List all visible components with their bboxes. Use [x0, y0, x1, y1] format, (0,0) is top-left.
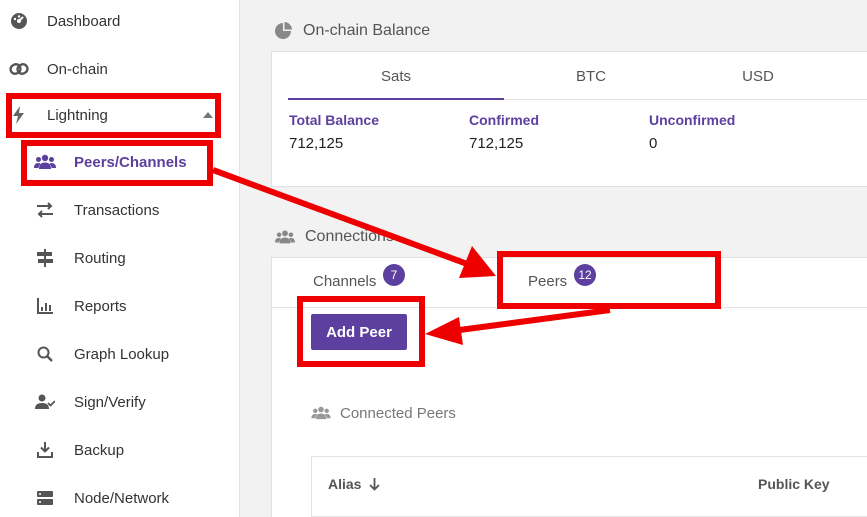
tab-btc[interactable]: BTC — [504, 68, 678, 85]
exchange-icon — [34, 199, 56, 221]
user-check-icon — [34, 391, 56, 413]
tab-label: Channels — [313, 273, 377, 290]
sidebar-item-reports[interactable]: Reports — [0, 286, 240, 326]
arrow-down-icon — [369, 477, 381, 491]
onchain-section-header: On-chain Balance — [273, 21, 430, 41]
peers-table: Alias Public Key — [311, 456, 867, 517]
tab-label: USD — [742, 68, 774, 85]
tab-usd[interactable]: USD — [678, 68, 838, 85]
channels-count-badge: 7 — [383, 264, 405, 286]
sidebar-item-graph-lookup[interactable]: Graph Lookup — [0, 334, 240, 374]
signpost-icon — [34, 247, 56, 269]
tab-label: Sats — [380, 68, 411, 85]
sidebar-item-label: Reports — [74, 297, 127, 315]
connections-title: Connections — [305, 228, 394, 245]
sidebar-item-transactions[interactable]: Transactions — [0, 190, 240, 230]
confirmed-label: Confirmed — [469, 112, 539, 128]
tab-label: BTC — [576, 68, 606, 85]
annotation-box-add-peer — [297, 296, 425, 367]
bar-chart-icon — [34, 295, 56, 317]
sidebar-item-sign-verify[interactable]: Sign/Verify — [0, 382, 240, 422]
sidebar-item-label: On-chain — [47, 60, 108, 78]
column-header-label: Public Key — [758, 476, 830, 492]
tab-channels[interactable]: Channels — [313, 273, 376, 290]
users-icon — [311, 404, 331, 422]
column-header-public-key[interactable]: Public Key — [758, 476, 830, 492]
unconfirmed-label: Unconfirmed — [649, 112, 736, 128]
connections-section-header: Connections — [275, 227, 394, 247]
sidebar-item-node-network[interactable]: Node/Network — [0, 478, 240, 517]
total-balance-label: Total Balance — [289, 112, 379, 128]
pie-chart-icon — [273, 21, 293, 41]
annotation-box-peers-channels — [21, 140, 213, 186]
unconfirmed-value: 0 — [649, 135, 658, 152]
annotation-box-peers-tab — [497, 251, 721, 309]
sidebar-item-backup[interactable]: Backup — [0, 430, 240, 470]
sidebar-item-label: Transactions — [74, 201, 160, 219]
users-icon — [275, 227, 295, 247]
connected-peers-title: Connected Peers — [340, 404, 456, 422]
sidebar-item-label: Routing — [74, 249, 126, 267]
sidebar-item-on-chain[interactable]: On-chain — [0, 49, 240, 89]
link-icon — [8, 58, 30, 80]
column-header-label: Alias — [328, 476, 362, 492]
connected-peers-header: Connected Peers — [311, 404, 456, 422]
sidebar-item-label: Graph Lookup — [74, 345, 170, 363]
sidebar-item-label: Sign/Verify — [74, 393, 146, 411]
total-balance-value: 712,125 — [289, 135, 344, 152]
server-icon — [34, 487, 56, 509]
sidebar-item-label: Dashboard — [47, 12, 121, 30]
onchain-title: On-chain Balance — [303, 22, 431, 39]
column-header-alias[interactable]: Alias — [328, 476, 381, 492]
onchain-balance-card: Sats BTC USD Total Balance 712,125 Confi… — [271, 51, 867, 187]
sidebar: Dashboard On-chain Lightning Peers/Chann… — [0, 0, 240, 517]
confirmed-value: 712,125 — [469, 135, 524, 152]
sidebar-item-routing[interactable]: Routing — [0, 238, 240, 278]
speedometer-icon — [8, 10, 30, 32]
download-icon — [34, 439, 56, 461]
annotation-box-lightning — [6, 93, 221, 138]
search-icon — [34, 343, 56, 365]
tab-active-indicator — [288, 98, 504, 100]
sidebar-item-label: Node/Network — [74, 489, 170, 507]
tab-sats[interactable]: Sats — [288, 68, 504, 85]
sidebar-item-label: Backup — [74, 441, 125, 459]
tab-divider — [504, 99, 867, 100]
sidebar-item-dashboard[interactable]: Dashboard — [0, 1, 240, 41]
